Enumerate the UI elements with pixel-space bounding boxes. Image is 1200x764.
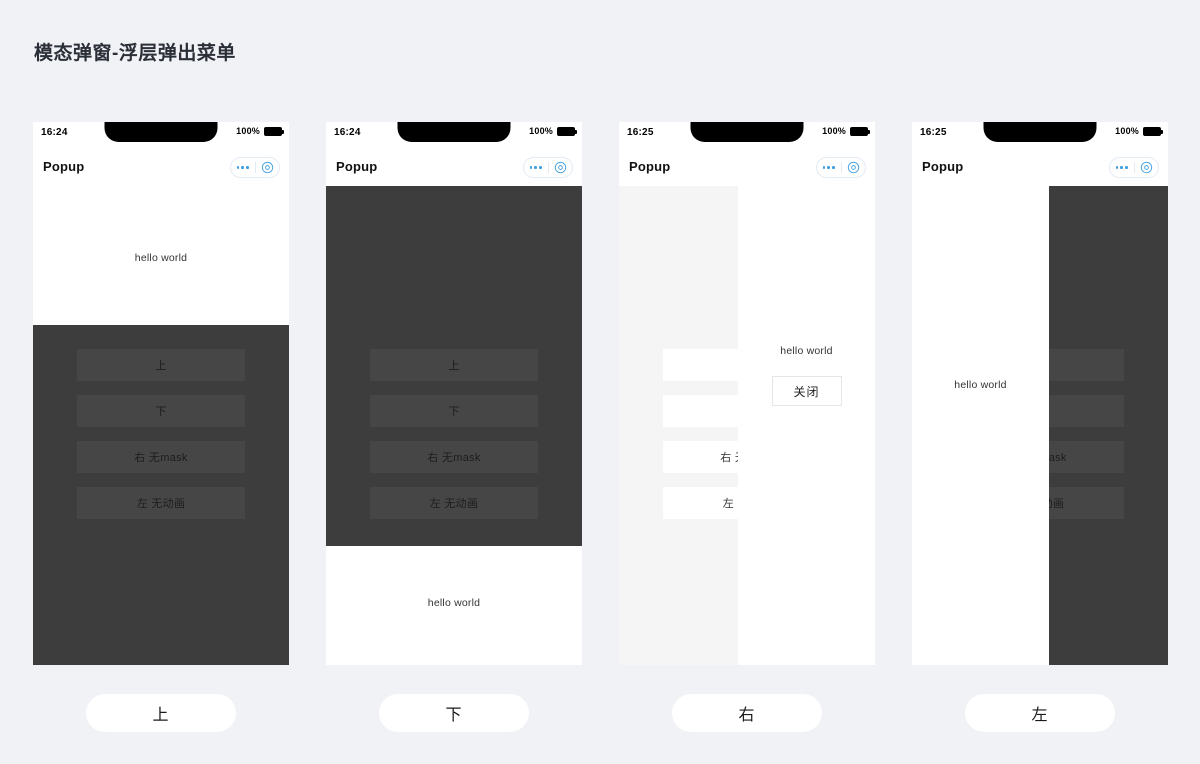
notch-icon [690,122,804,142]
status-bar: 16:25 100% [912,122,1168,148]
hello-world-text: hello world [954,379,1007,391]
status-time: 16:25 [920,127,947,138]
caption-right[interactable]: 右 [672,694,822,732]
phone-screen: 16:24 100% Popup 上 下 右 无mask 左 无动画 hello… [326,122,582,665]
status-right-group: 100% [529,126,577,136]
menu-item-left-noanim[interactable]: 左 无动画 [370,487,538,519]
bottom-sheet-panel: hello world [326,546,582,665]
battery-full-icon [557,126,577,136]
target-circle-icon[interactable] [549,161,573,174]
target-circle-icon[interactable] [1135,161,1159,174]
page-nav-title: Popup [43,159,85,174]
screen-body: 上 下 右 无mask 左 无动画 hello world [326,186,582,665]
caption-top[interactable]: 上 [86,694,236,732]
notch-icon [104,122,218,142]
more-dots-icon[interactable] [817,166,841,169]
status-right-group: 100% [1115,126,1163,136]
phone-screen: 16:24 100% Popup hello world 上 下 右 无mask… [33,122,289,665]
nav-bar: Popup [33,148,289,186]
nav-bar: Popup [912,148,1168,186]
left-panel: hello world [912,186,1049,665]
screen-body: hello world 上 下 右 无mask 左 无动画 [33,186,289,665]
status-bar: 16:24 100% [33,122,289,148]
phone-screen: 16:25 100% Popup [619,122,875,665]
menu-item-top[interactable]: 上 [77,349,245,381]
menu-item-left-noanim[interactable]: 左 无动画 [77,487,245,519]
wechat-capsule[interactable] [230,157,280,178]
screen-body: 上 下 右 无mask 左 无动画 hello world [912,186,1168,665]
status-right-group: 100% [822,126,870,136]
status-bar: 16:25 100% [619,122,875,148]
nav-bar: Popup [326,148,582,186]
status-right-group: 100% [236,126,284,136]
page-nav-title: Popup [336,159,378,174]
battery-full-icon [264,126,284,136]
battery-percent-label: 100% [236,126,260,136]
battery-percent-label: 100% [1115,126,1139,136]
caption-bottom[interactable]: 下 [379,694,529,732]
status-time: 16:24 [41,127,68,138]
phone-frame-popup-bottom: 16:24 100% Popup 上 下 右 无mask 左 无动画 hello… [326,122,582,667]
right-panel: hello world 关闭 [738,186,875,665]
caption-left[interactable]: 左 [965,694,1115,732]
status-time: 16:24 [334,127,361,138]
page-nav-title: Popup [629,159,671,174]
more-dots-icon[interactable] [231,166,255,169]
status-time: 16:25 [627,127,654,138]
menu-item-right-nomask[interactable]: 右 无mask [370,441,538,473]
battery-full-icon [850,126,870,136]
menu-item-top[interactable]: 上 [370,349,538,381]
notch-icon [397,122,511,142]
menu-item-right-nomask[interactable]: 右 无mask [77,441,245,473]
popup-menu-list: 上 下 右 无mask 左 无动画 [33,349,289,519]
battery-full-icon [1143,126,1163,136]
hello-world-text: hello world [427,597,481,609]
phone-frame-popup-right-no-mask: 16:25 100% Popup 右 左 hello world 关闭 [619,122,875,667]
wechat-capsule[interactable] [523,157,573,178]
notch-icon [983,122,1097,142]
menu-item-bottom[interactable]: 下 [77,395,245,427]
hello-world-text: hello world [134,252,188,264]
phone-frames-row: 16:24 100% Popup hello world 上 下 右 无mask… [0,122,1200,667]
phone-frame-popup-top: 16:24 100% Popup hello world 上 下 右 无mask… [33,122,289,667]
phone-frame-popup-left-no-animation: 16:25 100% Popup hello world [912,122,1168,667]
popup-menu-list: 上 下 右 无mask 左 无动画 [326,349,582,519]
phone-screen: 16:25 100% Popup [912,122,1168,665]
close-button[interactable]: 关闭 [771,376,842,406]
battery-percent-label: 100% [529,126,553,136]
hello-world-text: hello world [780,345,833,357]
page-title: 模态弹窗-浮层弹出菜单 [34,43,236,64]
close-button-wrap: 关闭 [738,376,875,406]
nav-bar: Popup [619,148,875,186]
target-circle-icon[interactable] [256,161,280,174]
target-circle-icon[interactable] [842,161,866,174]
wechat-capsule[interactable] [816,157,866,178]
more-dots-icon[interactable] [524,166,548,169]
menu-item-bottom[interactable]: 下 [370,395,538,427]
battery-percent-label: 100% [822,126,846,136]
status-bar: 16:24 100% [326,122,582,148]
page-nav-title: Popup [922,159,964,174]
wechat-capsule[interactable] [1109,157,1159,178]
more-dots-icon[interactable] [1110,166,1134,169]
screen-body: 上 下 右 无mask 左 无动画 hello world 关闭 [619,186,875,665]
